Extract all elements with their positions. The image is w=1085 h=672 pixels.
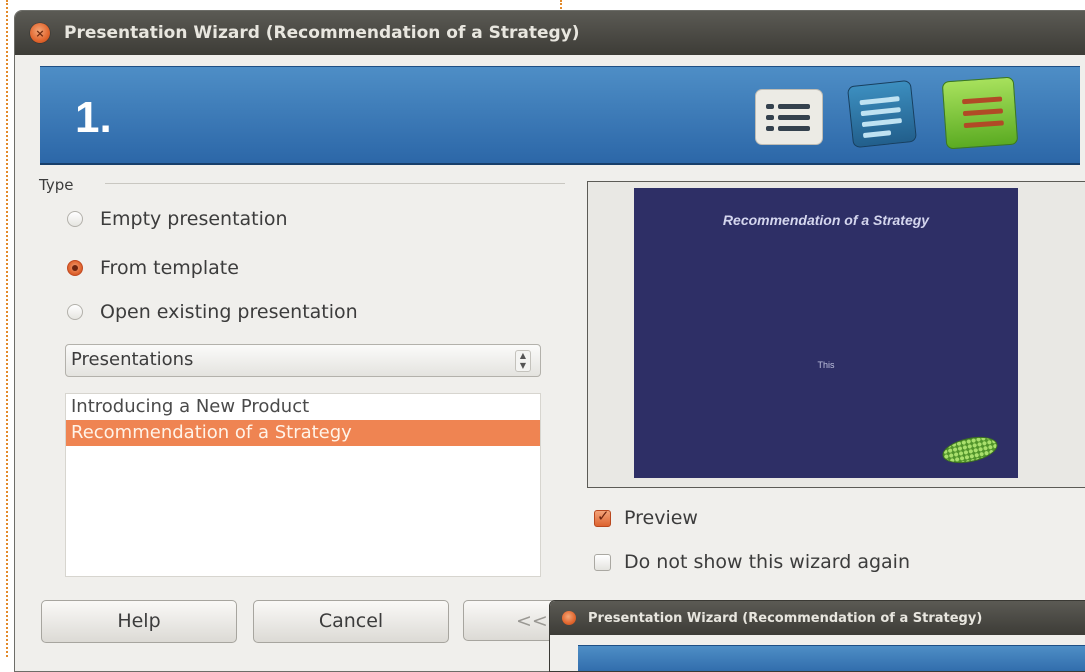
- help-button[interactable]: Help: [41, 600, 237, 643]
- radio-indicator[interactable]: [67, 304, 83, 320]
- slide-subtitle: This: [817, 360, 835, 370]
- window-titlebar[interactable]: × Presentation Wizard (Recommendation of…: [15, 11, 1085, 55]
- radio-open-existing[interactable]: Open existing presentation: [67, 298, 358, 326]
- window-close-button[interactable]: ×: [30, 23, 50, 43]
- green-list-icon: [941, 76, 1019, 150]
- type-group-divider: [105, 183, 565, 184]
- preview-checkbox-row[interactable]: Preview: [594, 504, 698, 532]
- overlapping-wizard-window: Presentation Wizard (Recommendation of a…: [549, 600, 1085, 672]
- spin-arrows-icon[interactable]: ▲ ▼: [515, 350, 531, 372]
- radio-indicator[interactable]: [67, 211, 83, 227]
- preview-panel: Recommendation of a Strategy This: [587, 181, 1085, 488]
- preview-checkbox-label: Preview: [624, 507, 698, 529]
- dont-show-checkbox-row[interactable]: Do not show this wizard again: [594, 548, 910, 576]
- template-category-select[interactable]: Presentations ▲ ▼: [65, 344, 541, 377]
- radio-label: Open existing presentation: [100, 301, 358, 323]
- type-group-label: Type: [39, 176, 74, 194]
- slide-title: Recommendation of a Strategy: [722, 212, 930, 228]
- radio-label: From template: [100, 257, 239, 279]
- overlay-title: Presentation Wizard (Recommendation of a…: [588, 610, 983, 626]
- template-category-value: Presentations: [71, 349, 194, 370]
- wizard-step-banner: 1.: [40, 66, 1080, 165]
- list-icon: [755, 89, 823, 145]
- window-title: Presentation Wizard (Recommendation of a…: [64, 23, 580, 43]
- dont-show-checkbox[interactable]: [594, 553, 611, 571]
- template-list[interactable]: Introducing a New Product Recommendation…: [65, 393, 541, 577]
- blue-list-icon: [846, 79, 918, 149]
- overlay-close-icon[interactable]: [562, 611, 576, 625]
- presentation-wizard-window: × Presentation Wizard (Recommendation of…: [14, 10, 1085, 672]
- radio-indicator[interactable]: [67, 260, 83, 276]
- radio-from-template[interactable]: From template: [67, 254, 239, 282]
- slide-preview: Recommendation of a Strategy This: [634, 188, 1018, 478]
- cancel-button[interactable]: Cancel: [253, 600, 449, 643]
- preview-checkbox[interactable]: [594, 507, 611, 527]
- close-icon: ×: [35, 26, 45, 40]
- page-border-left: [6, 0, 8, 657]
- dont-show-checkbox-label: Do not show this wizard again: [624, 551, 910, 573]
- overlay-titlebar[interactable]: Presentation Wizard (Recommendation of a…: [550, 601, 1085, 635]
- list-item[interactable]: Introducing a New Product: [66, 394, 540, 420]
- list-item-selected[interactable]: Recommendation of a Strategy: [66, 420, 540, 446]
- radio-label: Empty presentation: [100, 208, 288, 230]
- radio-empty-presentation[interactable]: Empty presentation: [67, 205, 288, 233]
- leaf-decoration-icon: [940, 432, 1000, 468]
- step-number: 1.: [75, 93, 112, 142]
- overlay-banner: [578, 645, 1085, 671]
